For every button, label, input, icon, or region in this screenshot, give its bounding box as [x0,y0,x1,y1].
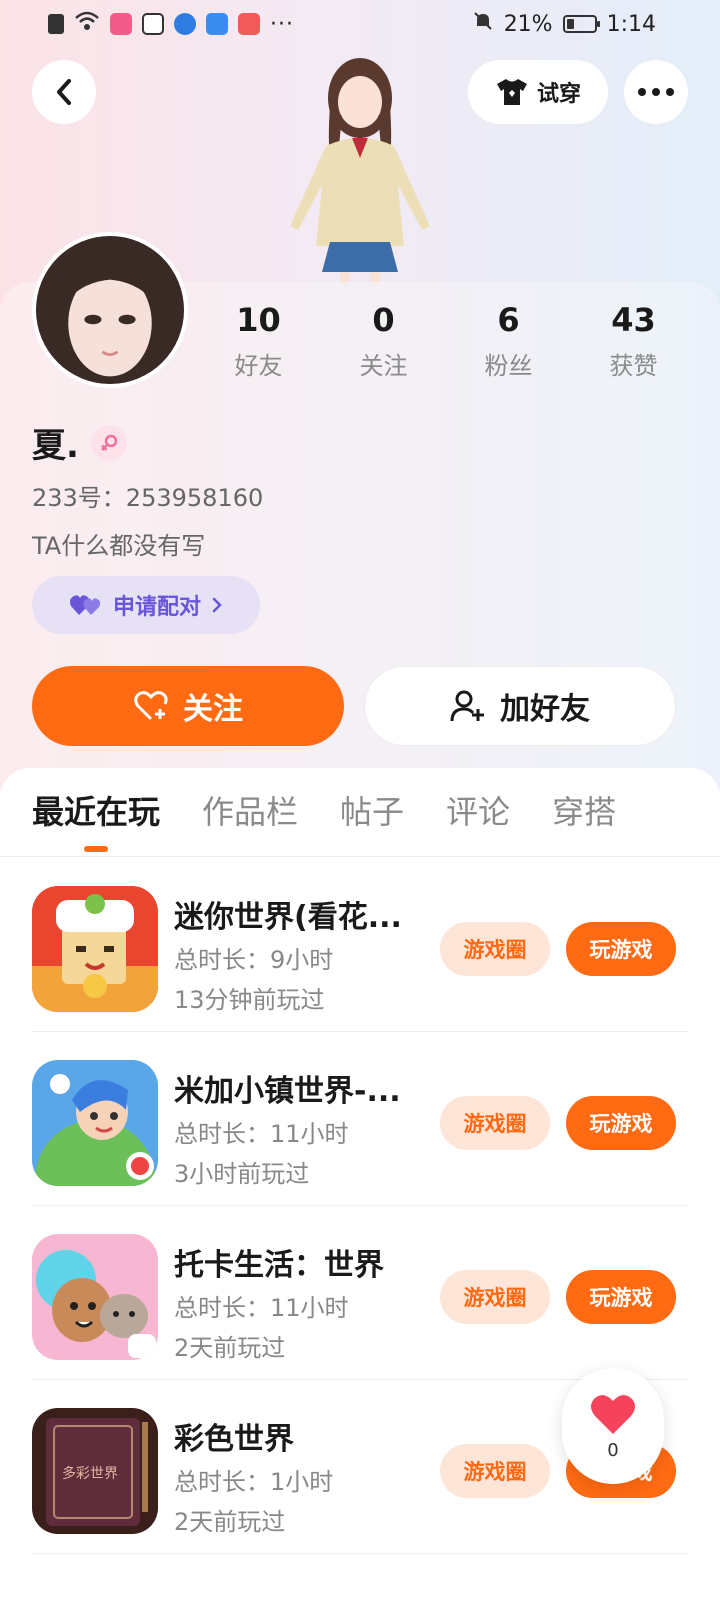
try-on-label: 试穿 [536,82,581,107]
user-avatar[interactable] [32,232,188,388]
bilibili-app-icon [110,13,132,35]
game-duration: 总时长：9小时 [174,946,334,974]
game-circle-button[interactable]: 游戏圈 [440,1270,550,1324]
toca-life-game-icon [32,1234,158,1360]
stat-label: 粉丝 [484,352,533,380]
more-options-button[interactable] [624,60,688,124]
dot-icon [638,88,646,96]
tab-divider [0,856,720,857]
tab-works[interactable]: 作品栏 [202,786,298,846]
add-friend-button[interactable]: 加好友 [364,666,676,746]
status-bar-right: 21% 1:14 [472,10,656,38]
clock: 1:14 [606,11,656,37]
user-bio: TA什么都没有写 [32,532,206,560]
game-last-played: 13分钟前玩过 [174,986,325,1014]
follow-button[interactable]: 关注 [32,666,344,746]
game-title: 彩色世界 [174,1422,294,1457]
store-app-icon [206,13,228,35]
female-icon [90,424,127,461]
game-icon-text: 多彩世界 [62,1465,118,1482]
stat-friends[interactable]: 10 好友 [196,300,321,390]
avatar-character-figure[interactable] [270,46,450,286]
back-button[interactable] [32,60,96,124]
like-floating-button[interactable]: 0 [562,1368,664,1484]
colorful-world-game-icon: 多彩世界 [32,1408,158,1534]
tv-app-icon [142,13,164,35]
battery-icon [562,15,600,33]
mute-bell-icon [472,10,494,38]
tab-posts[interactable]: 帖子 [340,786,404,846]
game-last-played: 2天前玩过 [174,1334,286,1362]
heart-plus-icon [134,691,168,721]
add-user-icon [450,690,484,722]
like-count: 0 [607,1439,619,1461]
try-on-button[interactable]: 试穿 [468,60,608,124]
stat-fans[interactable]: 6 粉丝 [446,300,571,390]
request-pair-label: 申请配对 [112,595,201,620]
user-name: 夏. [32,426,79,466]
game-title: 米加小镇世界-... [174,1074,401,1109]
double-heart-icon [69,595,101,615]
game-title: 迷你世界(看花... [174,900,402,935]
game-duration: 总时长：1小时 [174,1468,334,1496]
mini-world-game-icon [32,886,158,1012]
game-row[interactable]: 迷你世界(看花... 总时长：9小时 13分钟前玩过 游戏圈 玩游戏 [32,858,688,1032]
stat-value: 6 [497,301,520,339]
alert-icon [48,14,64,34]
tab-comments[interactable]: 评论 [446,786,510,846]
stat-value: 10 [236,301,281,339]
chevron-left-icon [57,79,71,105]
game-last-played: 2天前玩过 [174,1508,286,1536]
tshirt-icon [496,79,527,105]
wifi-icon [74,10,100,38]
game-circle-button[interactable]: 游戏圈 [440,1444,550,1498]
profile-page: ··· 21% 1:14 试穿 10 好友 0 关注 6 粉丝 43 获赞 夏.… [0,0,720,1600]
more-notifications: ··· [270,11,294,37]
status-bar: ··· 21% 1:14 [0,0,720,48]
play-game-button[interactable]: 玩游戏 [566,922,676,976]
user-id: 233号：253958160 [32,484,264,512]
heart-icon [591,1394,635,1434]
game-circle-button[interactable]: 游戏圈 [440,922,550,976]
stat-likes[interactable]: 43 获赞 [571,300,696,390]
stat-label: 好友 [234,352,283,380]
tab-recently-played[interactable]: 最近在玩 [32,786,160,852]
game-title: 托卡生活：世界 [174,1248,384,1283]
name-row: 夏. [32,418,127,467]
stat-label: 获赞 [609,352,658,380]
dot-icon [652,88,660,96]
play-game-button[interactable]: 玩游戏 [566,1270,676,1324]
game-row[interactable]: 托卡生活：世界 总时长：11小时 2天前玩过 游戏圈 玩游戏 [32,1206,688,1380]
add-friend-label: 加好友 [500,692,590,727]
follow-label: 关注 [183,692,243,727]
profile-tabs: 最近在玩 作品栏 帖子 评论 穿搭 [0,786,720,856]
play-game-button[interactable]: 玩游戏 [566,1096,676,1150]
stat-value: 43 [611,301,656,339]
miga-town-game-icon [32,1060,158,1186]
shopping-app-icon [238,13,260,35]
stat-following[interactable]: 0 关注 [321,300,446,390]
status-bar-left: ··· [48,10,294,38]
battery-percent: 21% [503,11,553,37]
profile-stats: 10 好友 0 关注 6 粉丝 43 获赞 [196,300,696,390]
browser-app-icon [174,13,196,35]
game-circle-button[interactable]: 游戏圈 [440,1096,550,1150]
request-pair-button[interactable]: 申请配对 [32,576,260,634]
game-duration: 总时长：11小时 [174,1294,349,1322]
stat-value: 0 [372,301,395,339]
stat-label: 关注 [359,352,408,380]
game-row[interactable]: 米加小镇世界-... 总时长：11小时 3小时前玩过 游戏圈 玩游戏 [32,1032,688,1206]
game-duration: 总时长：11小时 [174,1120,349,1148]
tab-outfits[interactable]: 穿搭 [552,786,616,846]
game-last-played: 3小时前玩过 [174,1160,310,1188]
chevron-right-icon [212,597,222,613]
dot-icon [666,88,674,96]
